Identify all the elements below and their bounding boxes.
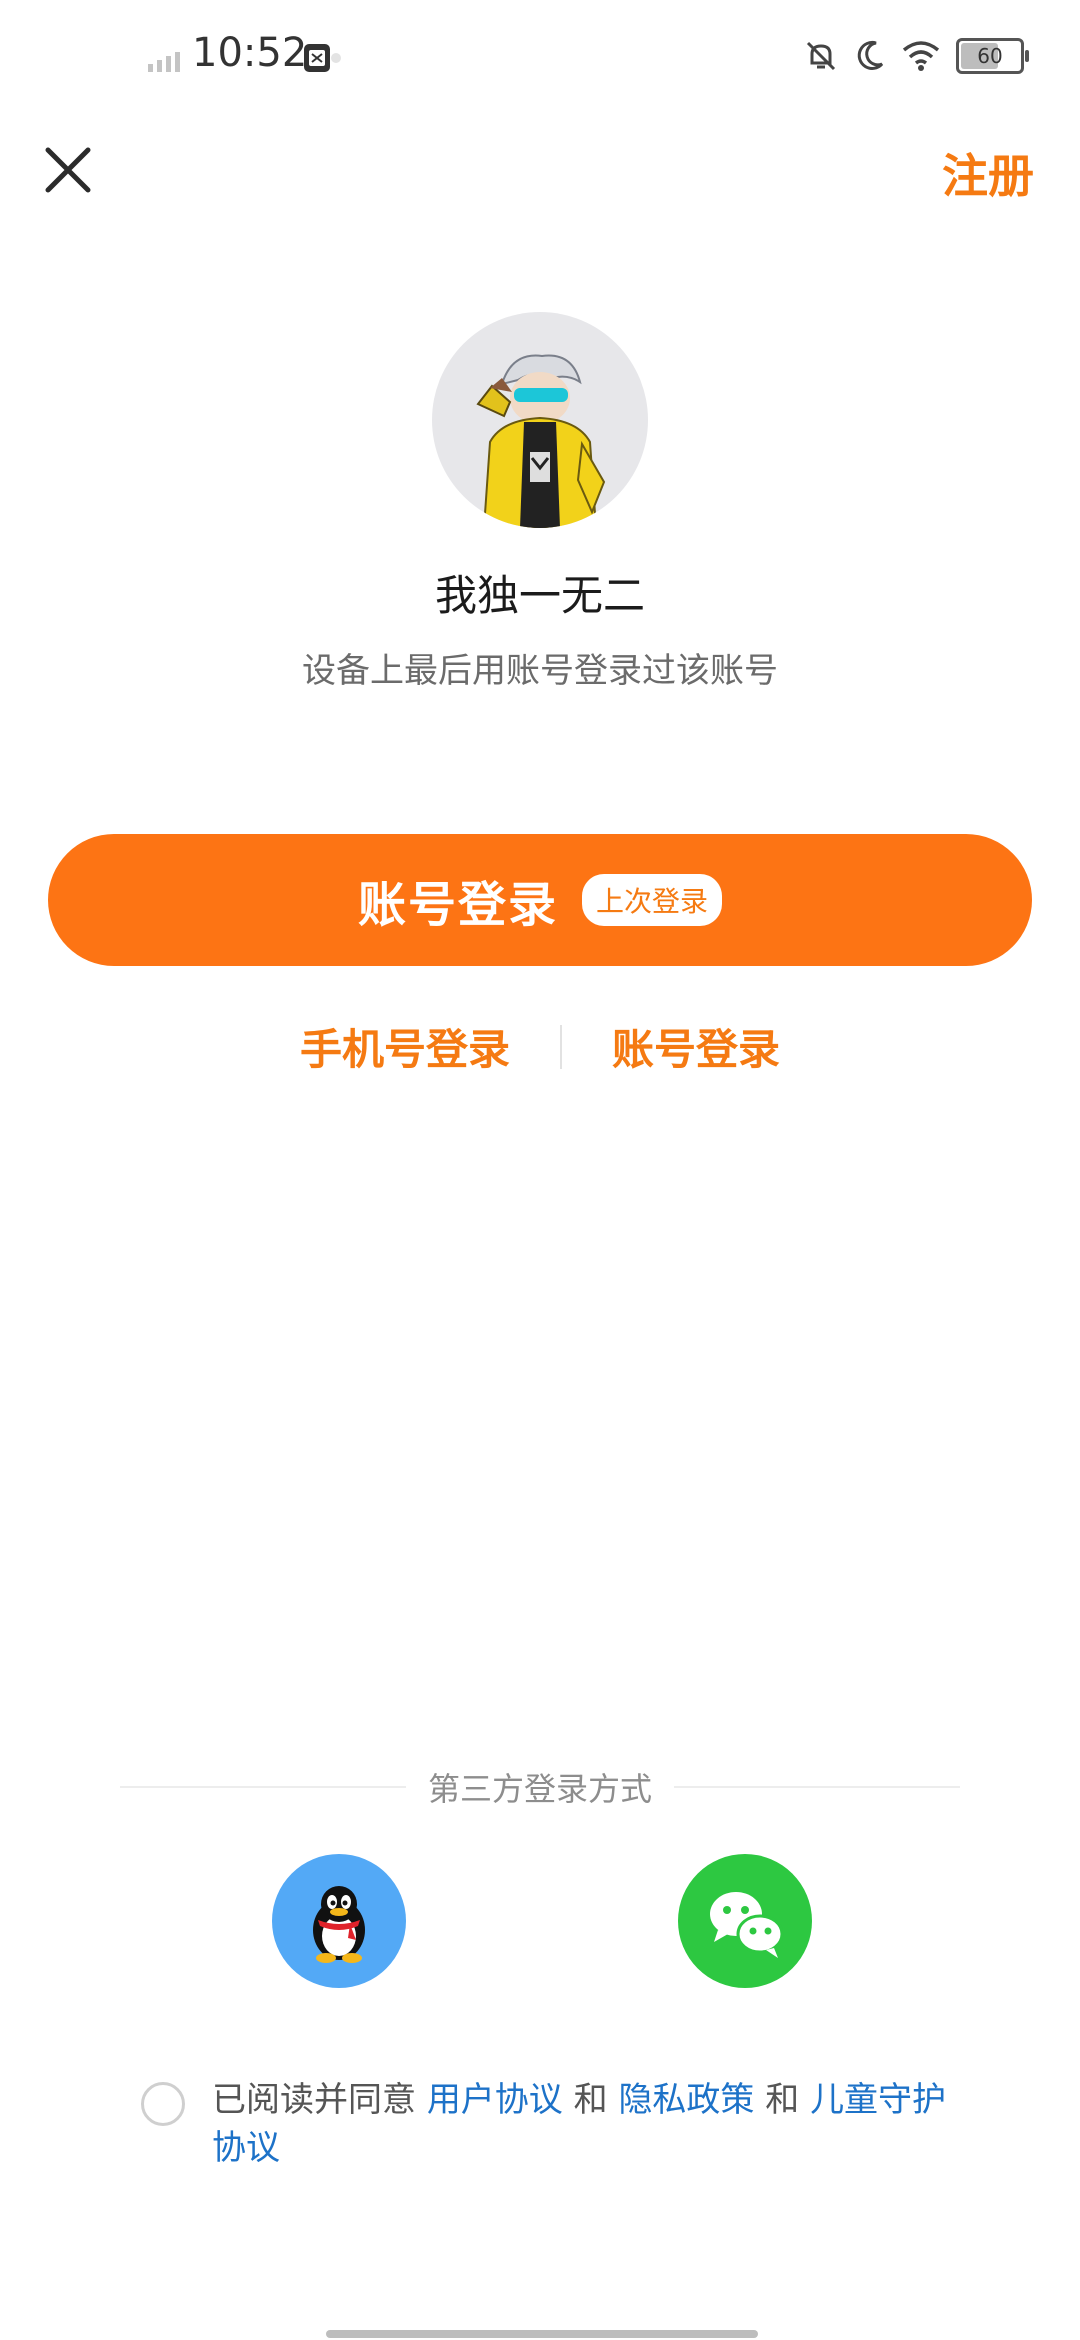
status-bar: 10:52 60 [0, 0, 1080, 120]
avatar-character-image [476, 354, 606, 528]
third-party-header: 第三方登录方式 [120, 1764, 961, 1810]
clock: 10:52 [192, 30, 308, 76]
status-icons: 60 [804, 38, 1029, 74]
signal-icon [148, 52, 180, 72]
third-party-title: 第三方登录方式 [428, 1770, 653, 1808]
wifi-icon [902, 41, 940, 71]
agreement-and: 和 [562, 2080, 619, 2120]
wechat-icon [710, 1892, 784, 1958]
close-icon[interactable] [38, 140, 98, 200]
moon-icon [857, 40, 884, 70]
phone-login-link[interactable]: 手机号登录 [300, 1016, 510, 1077]
account-login-label: 账号登录 [357, 877, 558, 933]
divider-line [120, 1786, 406, 1788]
battery-level: 60 [977, 44, 1003, 68]
login-screen: 10:52 60 注册 我独一无二 设备上最后用账号登录过该账号 账号登录 上次… [0, 0, 1080, 2340]
agreement-text: 已阅读并同意 用户协议 和 隐私政策 和 儿童守护协议 [212, 2076, 972, 2172]
privacy-policy-link[interactable]: 隐私政策 [618, 2080, 754, 2120]
mute-bell-icon [806, 41, 836, 71]
avatar [432, 312, 648, 528]
app-notification-icon [304, 44, 341, 72]
wechat-login-button[interactable] [678, 1854, 812, 1988]
home-indicator[interactable] [326, 2330, 758, 2338]
username: 我独一无二 [434, 571, 645, 620]
divider-line [674, 1786, 961, 1788]
agreement-prefix: 已阅读并同意 [212, 2080, 427, 2120]
alt-login-divider [560, 1024, 562, 1069]
agreement-and: 和 [754, 2080, 811, 2120]
alt-login-options: 手机号登录 账号登录 [0, 1016, 1080, 1077]
agreement-checkbox[interactable] [141, 2082, 185, 2126]
account-login-button[interactable]: 账号登录 上次登录 [48, 834, 1032, 966]
battery-icon: 60 [956, 38, 1029, 74]
last-login-hint: 设备上最后用账号登录过该账号 [302, 651, 778, 691]
qq-penguin-icon [313, 1886, 365, 1963]
account-login-link[interactable]: 账号登录 [612, 1016, 780, 1077]
last-login-badge: 上次登录 [582, 874, 723, 926]
register-button[interactable]: 注册 [942, 140, 1034, 206]
qq-login-button[interactable] [272, 1854, 406, 1988]
user-agreement-link[interactable]: 用户协议 [427, 2080, 563, 2120]
